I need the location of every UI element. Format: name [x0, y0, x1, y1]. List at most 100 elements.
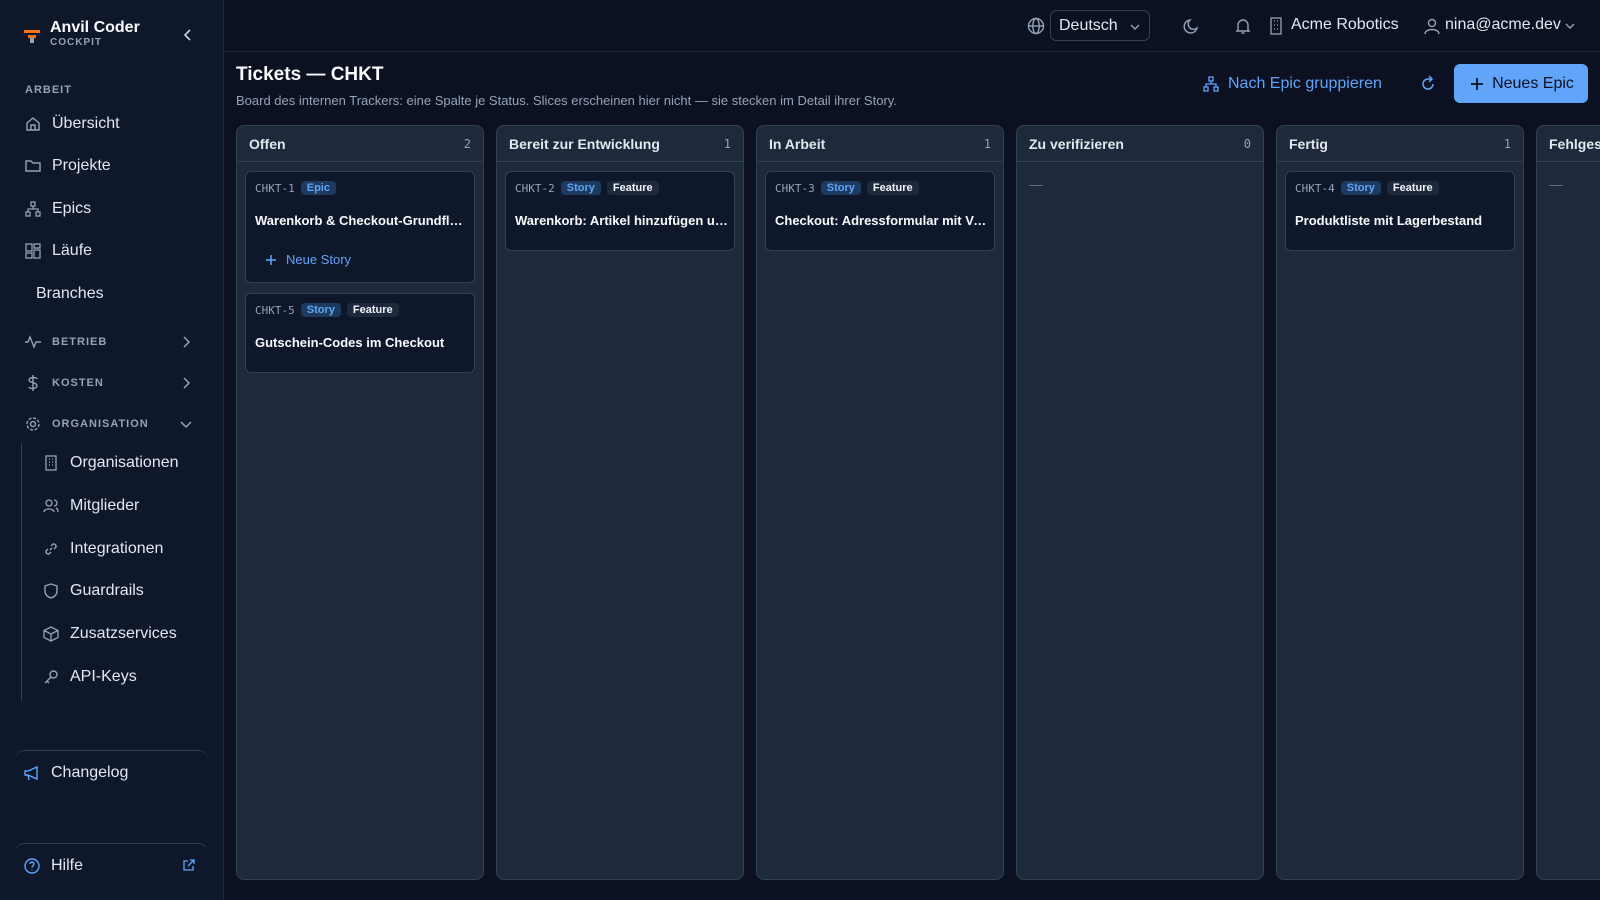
- ticket-card[interactable]: CHKT-4 Story Feature Produktliste mit La…: [1285, 171, 1515, 251]
- sidebar-item-zusatzservices[interactable]: Zusatzservices: [34, 616, 208, 652]
- ticket-title: Warenkorb: Artikel hinzufügen und entfer…: [515, 213, 729, 228]
- language-select[interactable]: Deutsch: [1050, 10, 1150, 41]
- sidebar-item-projekte[interactable]: Projekte: [16, 148, 208, 184]
- column-count: 1: [723, 136, 731, 151]
- sidebar-item-label: Projekte: [52, 157, 111, 174]
- changelog-link[interactable]: Changelog: [15, 750, 208, 794]
- ticket-id: CHKT-2: [515, 181, 555, 195]
- ticket-id: CHKT-4: [1295, 181, 1335, 195]
- key-icon: [42, 668, 60, 686]
- collapse-sidebar-icon[interactable]: [180, 27, 196, 43]
- brand[interactable]: Anvil Coder COCKPIT: [22, 18, 140, 48]
- sidebar-group-betrieb[interactable]: BETRIEB: [16, 327, 208, 357]
- moon-icon[interactable]: [1182, 16, 1202, 36]
- sidebar-item-uebersicht[interactable]: Übersicht: [16, 106, 208, 142]
- building-icon: [42, 454, 60, 472]
- sidebar-item-laeufe[interactable]: Läufe: [16, 233, 208, 269]
- column-offen: Offen 2 CHKT-1 Epic Warenkorb & Checkout…: [236, 125, 484, 880]
- brand-name: Anvil Coder: [50, 19, 140, 36]
- column-header: Fehlgeschlagen: [1537, 126, 1600, 162]
- help-icon: [23, 857, 41, 875]
- user-icon: [1422, 16, 1442, 36]
- sidebar-item-label: Läufe: [52, 242, 93, 259]
- sidebar-group-organisation[interactable]: ORGANISATION: [16, 409, 208, 439]
- home-icon: [24, 115, 42, 133]
- sidebar-group-label: KOSTEN: [52, 377, 104, 389]
- type-badge: Story: [1340, 181, 1381, 195]
- column-header: Bereit zur Entwicklung 1: [497, 126, 743, 162]
- bell-icon[interactable]: [1233, 16, 1253, 36]
- column-title: Bereit zur Entwicklung: [509, 135, 660, 152]
- kind-badge: Feature: [606, 181, 659, 195]
- ticket-card[interactable]: CHKT-5 Story Feature Gutschein-Codes im …: [245, 293, 475, 373]
- gear-icon: [24, 415, 42, 433]
- sidebar-item-integrationen[interactable]: Integrationen: [34, 531, 208, 567]
- anvil-logo-icon: [22, 26, 42, 46]
- sidebar-item-label: Mitglieder: [70, 497, 140, 514]
- hierarchy-icon: [24, 200, 42, 218]
- user-menu[interactable]: nina@acme.dev: [1445, 16, 1561, 34]
- column-in-arbeit: In Arbeit 1 CHKT-3 Story Feature Checkou…: [756, 125, 1004, 880]
- card-tags: CHKT-5 Story Feature: [255, 303, 399, 317]
- card-tags: CHKT-3 Story Feature: [775, 181, 919, 195]
- ticket-card[interactable]: CHKT-1 Epic Warenkorb & Checkout-Grundfl…: [245, 171, 475, 283]
- chevron-down-icon: [1564, 19, 1576, 31]
- new-epic-button[interactable]: Neues Epic: [1454, 64, 1588, 103]
- type-badge: Story: [820, 181, 861, 195]
- ticket-card[interactable]: CHKT-3 Story Feature Checkout: Adressfor…: [765, 171, 995, 251]
- sidebar-item-organisationen[interactable]: Organisationen: [34, 445, 208, 481]
- topbar: Deutsch Acme Robotics nina@acme.dev: [224, 0, 1600, 52]
- sidebar-group-label: ORGANISATION: [52, 418, 149, 430]
- sidebar-item-label: Integrationen: [70, 540, 164, 557]
- sidebar-item-label: Branches: [36, 285, 104, 302]
- sidebar-group-kosten[interactable]: KOSTEN: [16, 368, 208, 398]
- section-label-arbeit: ARBEIT: [25, 84, 72, 96]
- sidebar-item-branches[interactable]: Branches: [16, 276, 208, 312]
- org-switcher[interactable]: Acme Robotics: [1291, 16, 1399, 34]
- sidebar: Anvil Coder COCKPIT ARBEIT Übersicht Pro…: [0, 0, 224, 900]
- ticket-id: CHKT-5: [255, 303, 295, 317]
- ticket-title: Produktliste mit Lagerbestand: [1295, 213, 1483, 228]
- ticket-card[interactable]: CHKT-2 Story Feature Warenkorb: Artikel …: [505, 171, 735, 251]
- sidebar-item-label: Epics: [52, 200, 92, 217]
- chevron-right-icon: [178, 375, 194, 391]
- card-tags: CHKT-1 Epic: [255, 181, 336, 195]
- type-badge: Epic: [300, 181, 336, 195]
- sidebar-item-label: Organisationen: [70, 454, 179, 471]
- column-header: In Arbeit 1: [757, 126, 1003, 162]
- package-icon: [42, 625, 60, 643]
- dollar-icon: [24, 374, 42, 392]
- new-epic-label: Neues Epic: [1492, 74, 1574, 92]
- megaphone-icon: [23, 764, 41, 782]
- shield-icon: [42, 582, 60, 600]
- ticket-title: Checkout: Adressformular mit Validierung: [775, 213, 989, 228]
- sidebar-item-epics[interactable]: Epics: [16, 191, 208, 227]
- help-label: Hilfe: [51, 856, 84, 874]
- submenu-divider: [21, 443, 22, 701]
- column-title: Zu verifizieren: [1029, 135, 1124, 152]
- sidebar-item-guardrails[interactable]: Guardrails: [34, 573, 208, 609]
- chevron-down-icon: [1129, 20, 1141, 32]
- column-count: 1: [983, 136, 991, 151]
- sidebar-item-mitglieder[interactable]: Mitglieder: [34, 488, 208, 524]
- column-fertig: Fertig 1 CHKT-4 Story Feature Produktlis…: [1276, 125, 1524, 880]
- help-link[interactable]: Hilfe: [15, 843, 208, 887]
- kanban-board: Offen 2 CHKT-1 Epic Warenkorb & Checkout…: [236, 125, 1600, 880]
- column-fehlgeschlagen: Fehlgeschlagen —: [1536, 125, 1600, 880]
- group-by-epic-label: Nach Epic gruppieren: [1228, 75, 1382, 92]
- group-by-epic-button[interactable]: Nach Epic gruppieren: [1202, 72, 1382, 96]
- sidebar-group-label: BETRIEB: [52, 336, 108, 348]
- new-story-button[interactable]: Neue Story: [264, 252, 351, 267]
- grid-icon: [24, 242, 42, 260]
- sidebar-item-api-keys[interactable]: API-Keys: [34, 659, 208, 695]
- column-header: Offen 2: [237, 126, 483, 162]
- page-title: Tickets — CHKT: [236, 64, 384, 85]
- users-icon: [42, 497, 60, 515]
- refresh-icon[interactable]: [1418, 74, 1438, 94]
- card-tags: CHKT-2 Story Feature: [515, 181, 659, 195]
- column-title: Offen: [249, 135, 286, 152]
- column-title: Fertig: [1289, 135, 1328, 152]
- column-empty-placeholder: —: [1029, 176, 1043, 192]
- plus-icon: [1468, 75, 1486, 93]
- column-count: 0: [1243, 136, 1251, 151]
